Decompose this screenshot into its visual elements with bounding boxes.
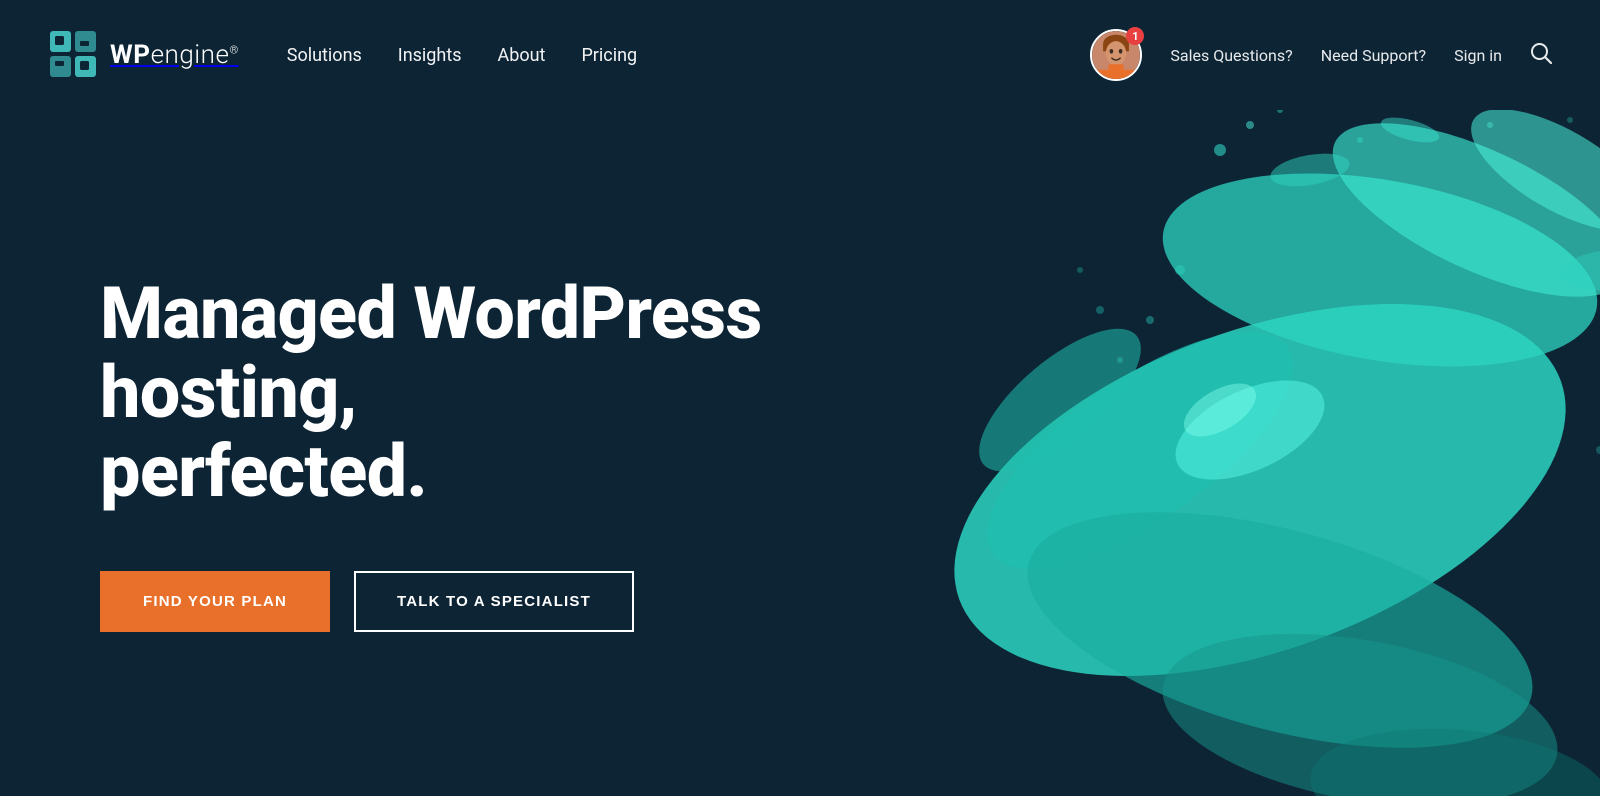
navbar-left: WPengine® Solutions Insights About Prici… (48, 29, 637, 81)
nav-link-insights[interactable]: Insights (398, 45, 462, 66)
nav-links: Solutions Insights About Pricing (287, 45, 637, 66)
hero-headline: Managed WordPress hosting, perfected. (100, 274, 780, 512)
nav-item-about[interactable]: About (498, 45, 546, 66)
nav-link-pricing[interactable]: Pricing (581, 45, 637, 66)
nav-item-solutions[interactable]: Solutions (287, 45, 362, 66)
nav-item-insights[interactable]: Insights (398, 45, 462, 66)
need-support-link[interactable]: Need Support? (1321, 46, 1426, 65)
sign-in-link[interactable]: Sign in (1454, 46, 1502, 65)
hero-splash (660, 110, 1600, 796)
nav-item-pricing[interactable]: Pricing (581, 45, 637, 66)
navbar-right: 1 Sales Questions? Need Support? Sign in (1090, 29, 1552, 81)
logo-icon (48, 29, 100, 81)
hero-section: Managed WordPress hosting, perfected. FI… (0, 110, 1600, 796)
search-icon[interactable] (1530, 42, 1552, 69)
notification-badge: 1 (1126, 27, 1144, 45)
logo-link[interactable]: WPengine® (48, 29, 239, 81)
hero-buttons: FIND YOUR PLAN TALK TO A SPECIALIST (100, 571, 780, 632)
hero-content: Managed WordPress hosting, perfected. FI… (0, 274, 780, 633)
navbar: WPengine® Solutions Insights About Prici… (0, 0, 1600, 110)
find-your-plan-button[interactable]: FIND YOUR PLAN (100, 571, 330, 632)
talk-to-specialist-button[interactable]: TALK TO A SPECIALIST (354, 571, 634, 632)
sales-questions-link[interactable]: Sales Questions? (1170, 46, 1292, 65)
nav-link-solutions[interactable]: Solutions (287, 45, 362, 66)
logo-text: WPengine® (110, 40, 239, 70)
avatar-wrapper[interactable]: 1 (1090, 29, 1142, 81)
nav-link-about[interactable]: About (498, 45, 546, 66)
